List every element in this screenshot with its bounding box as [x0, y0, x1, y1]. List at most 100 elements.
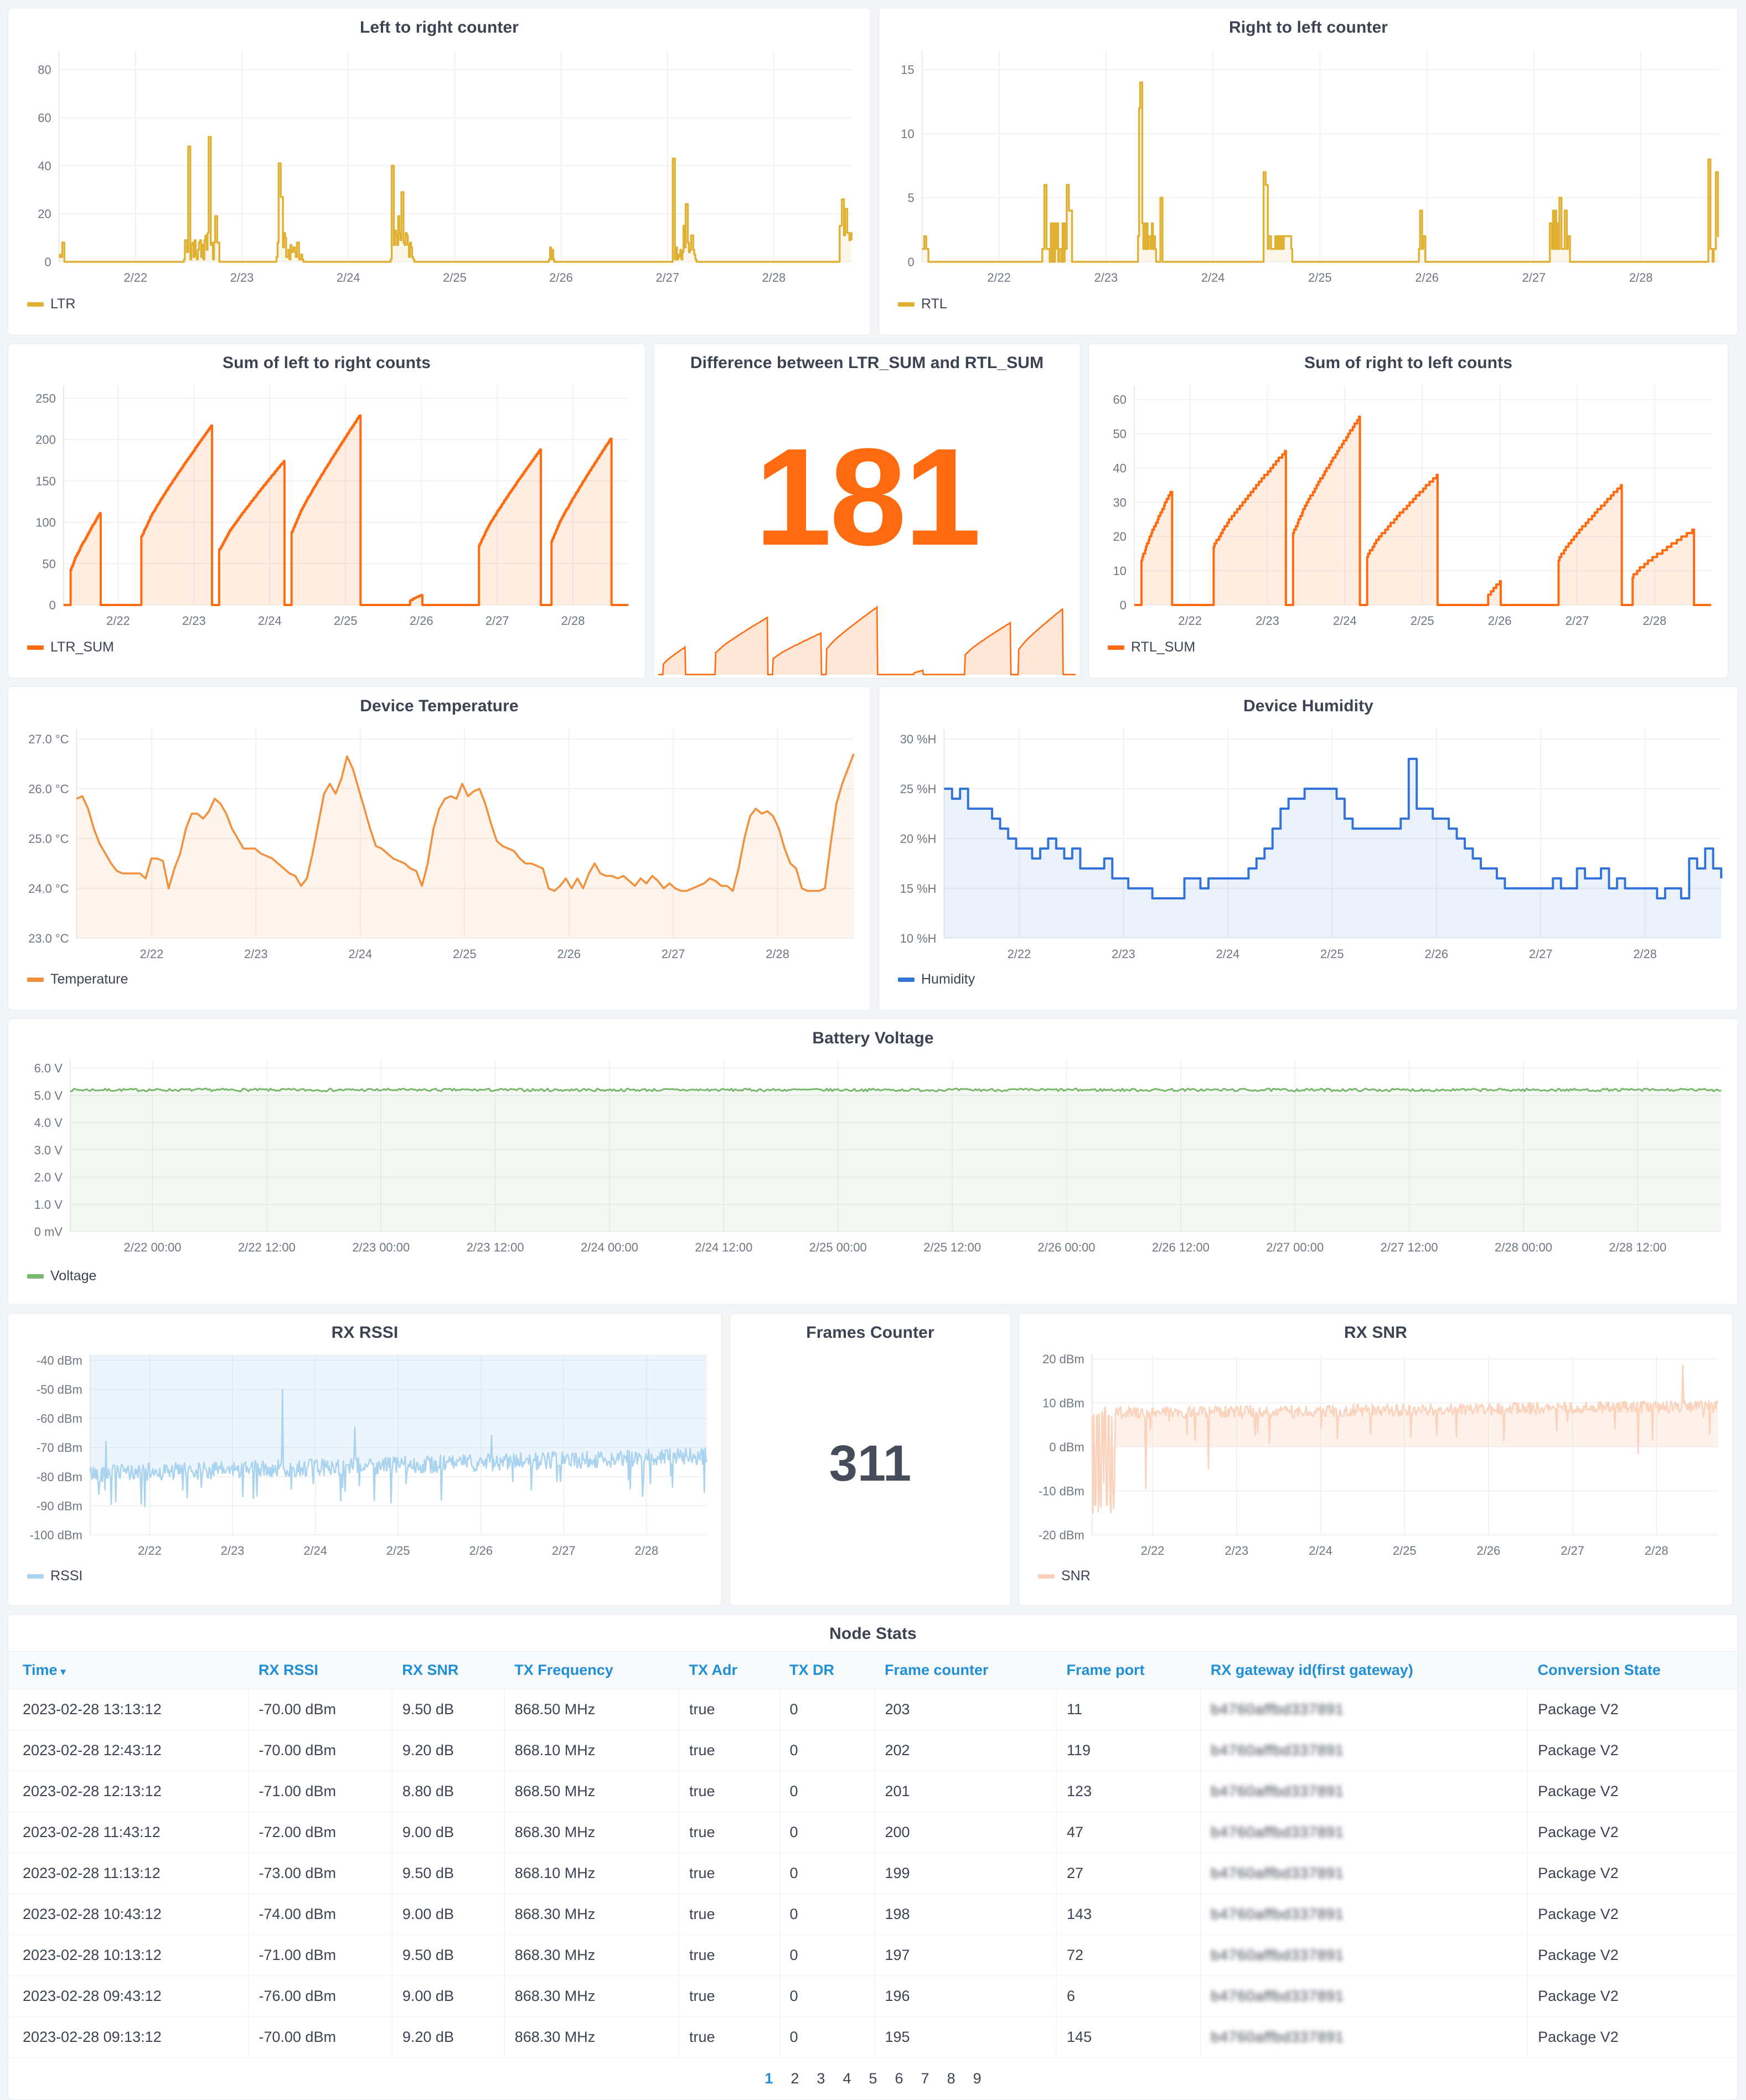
- legend-rssi[interactable]: RSSI: [8, 1566, 721, 1594]
- pagination-page-9[interactable]: 9: [973, 2070, 982, 2087]
- panel-rx-rssi[interactable]: RX RSSI -100 dBm -90 dBm -80 dBm -70 dBm -60…: [8, 1313, 722, 1606]
- panel-frames-counter[interactable]: Frames Counter 311: [730, 1313, 1011, 1606]
- table-header-time[interactable]: Time ▾: [8, 1651, 249, 1689]
- svg-text:-70 dBm: -70 dBm: [37, 1441, 82, 1455]
- table-row[interactable]: 2023-02-28 12:13:12 -71.00 dBm 8.80 dB 868.…: [8, 1771, 1738, 1812]
- table-cell-frame-port: 145: [1056, 2016, 1201, 2058]
- chart-ltr[interactable]: 0 20 40 60 80 2/22 2/23 2/24 2/25 2/26 2/27 2/28: [8, 39, 870, 294]
- table-header-tx-dr[interactable]: TX DR: [779, 1651, 875, 1689]
- pagination-page-3[interactable]: 3: [817, 2070, 825, 2087]
- svg-text:27.0 °C: 27.0 °C: [28, 732, 69, 746]
- legend-snr[interactable]: SNR: [1019, 1566, 1732, 1594]
- svg-text:30 %H: 30 %H: [900, 732, 937, 746]
- table-cell-conversion-state: Package V2: [1527, 1975, 1738, 2017]
- svg-text:2/28 12:00: 2/28 12:00: [1609, 1240, 1666, 1254]
- panel-right-to-left-counter[interactable]: Right to left counter 0 5 10 15 2/22 2/23 2/24…: [878, 8, 1738, 335]
- table-header-frame-port[interactable]: Frame port: [1056, 1651, 1201, 1689]
- chart-rtl-sum[interactable]: 0 10 20 30 40 50 60 2/22 2/23 2/24 2/25 2/26 2/27 2/2…: [1089, 375, 1728, 637]
- svg-text:2/22: 2/22: [140, 947, 164, 961]
- table-cell-rx-snr: 9.00 dB: [392, 1975, 505, 2017]
- table-pagination[interactable]: 1 2 3 4 5 6 7 8 9: [8, 2058, 1738, 2099]
- pagination-page-7[interactable]: 7: [921, 2070, 929, 2087]
- panel-left-to-right-counter[interactable]: Left to right counter 0 20 40 60 80 2/22 2/23 2…: [8, 8, 871, 335]
- svg-text:2/27 00:00: 2/27 00:00: [1266, 1240, 1324, 1254]
- table-cell-rx-snr: 9.00 dB: [392, 1812, 505, 1853]
- table-cell-tx-adr: true: [679, 1812, 780, 1853]
- panel-sum-left-to-right[interactable]: Sum of left to right counts 0 50 100 150 200…: [8, 343, 645, 679]
- table-header-rx-rssi[interactable]: RX RSSI: [248, 1651, 392, 1689]
- legend-label: LTR: [50, 296, 76, 312]
- table-row[interactable]: 2023-02-28 11:43:12 -72.00 dBm 9.00 dB 868.…: [8, 1812, 1738, 1853]
- panel-node-stats[interactable]: Node Stats Time ▾ RX RSSI RX SNR TX Frequenc…: [8, 1614, 1738, 2100]
- chart-rssi[interactable]: -100 dBm -90 dBm -80 dBm -70 dBm -60 dBm -50 …: [8, 1344, 721, 1566]
- table-header-tx-adr[interactable]: TX Adr: [679, 1651, 780, 1689]
- table-cell-conversion-state: Package V2: [1527, 1771, 1738, 1812]
- pagination-page-2[interactable]: 2: [791, 2070, 799, 2087]
- panel-rx-snr[interactable]: RX SNR -20 dBm -10 dBm 0 dBm 10 dBm 20 dBm 2/…: [1019, 1313, 1733, 1606]
- svg-text:2/25: 2/25: [453, 947, 477, 961]
- table-cell-rx-gateway-id-first-gateway: b4760affbd337891: [1200, 1730, 1528, 1771]
- table-row[interactable]: 2023-02-28 10:43:12 -74.00 dBm 9.00 dB 868.…: [8, 1894, 1738, 1935]
- legend-label: RTL: [921, 296, 947, 312]
- svg-text:20: 20: [38, 207, 51, 221]
- table-cell-rx-gateway-id-first-gateway: b4760affbd337891: [1200, 1975, 1528, 2017]
- dashboard-row-5: RX RSSI -100 dBm -90 dBm -80 dBm -70 dBm -60…: [8, 1313, 1738, 1606]
- chart-voltage[interactable]: 0 mV 1.0 V 2.0 V 3.0 V 4.0 V 5.0 V 6.0 V 2/22 0…: [8, 1050, 1738, 1266]
- legend-temperature[interactable]: Temperature: [8, 969, 870, 997]
- table-row[interactable]: 2023-02-28 09:43:12 -76.00 dBm 9.00 dB 868.…: [8, 1975, 1738, 2017]
- chart-temperature[interactable]: 23.0 °C 24.0 °C 25.0 °C 26.0 °C 27.0 °C 2/22 2…: [8, 718, 870, 969]
- table-cell-rx-rssi: -71.00 dBm: [248, 1935, 392, 1976]
- table-header-rx-snr[interactable]: RX SNR: [392, 1651, 505, 1689]
- table-row[interactable]: 2023-02-28 09:13:12 -70.00 dBm 9.20 dB 868.…: [8, 2016, 1738, 2058]
- svg-text:26.0 °C: 26.0 °C: [28, 782, 69, 796]
- pagination-page-5[interactable]: 5: [869, 2070, 877, 2087]
- panel-title: Battery Voltage: [812, 1029, 934, 1047]
- table-cell-rx-gateway-id-first-gateway: b4760affbd337891: [1200, 1935, 1528, 1976]
- table-row[interactable]: 2023-02-28 12:43:12 -70.00 dBm 9.20 dB 868.…: [8, 1730, 1738, 1771]
- chart-snr[interactable]: -20 dBm -10 dBm 0 dBm 10 dBm 20 dBm 2/22 2/23 2…: [1019, 1344, 1732, 1566]
- table-cell-conversion-state: Package V2: [1527, 1935, 1738, 1976]
- panel-sum-right-to-left[interactable]: Sum of right to left counts 0 10 20 30 40 50 6…: [1088, 343, 1728, 679]
- pagination-page-6[interactable]: 6: [895, 2070, 903, 2087]
- panel-battery-voltage[interactable]: Battery Voltage 0 mV 1.0 V 2.0 V 3.0 V 4.0 V…: [8, 1018, 1738, 1305]
- table-cell-rx-snr: 9.00 dB: [392, 1894, 505, 1935]
- table-cell-tx-adr: true: [679, 2016, 780, 2058]
- chart-humidity[interactable]: 10 %H 15 %H 20 %H 25 %H 30 %H 2/22 2/23 2/24 2/2…: [879, 718, 1738, 969]
- table-header-conversion-state[interactable]: Conversion State: [1527, 1651, 1738, 1689]
- svg-text:2/24: 2/24: [303, 1544, 327, 1558]
- svg-text:2/22: 2/22: [124, 271, 148, 285]
- table-cell-rx-snr: 9.20 dB: [392, 2016, 505, 2058]
- chart-ltr-sum[interactable]: 0 50 100 150 200 250 2/22 2/23 2/24 2/25 2/26 2/27 2…: [8, 375, 645, 637]
- legend-humidity[interactable]: Humidity: [879, 969, 1738, 997]
- table-header-tx-frequency[interactable]: TX Frequency: [504, 1651, 679, 1689]
- pagination-page-8[interactable]: 8: [947, 2070, 955, 2087]
- table-cell-tx-dr: 0: [779, 1730, 875, 1771]
- legend-swatch-icon: [27, 1574, 44, 1579]
- table-header-frame-counter[interactable]: Frame counter: [874, 1651, 1057, 1689]
- table-cell-time: 2023-02-28 09:13:12: [8, 2016, 249, 2058]
- chart-rtl[interactable]: 0 5 10 15 2/22 2/23 2/24 2/25 2/26 2/27 2/28: [879, 39, 1738, 294]
- panel-difference-ltr-rtl[interactable]: Difference between LTR_SUM and RTL_SUM 1…: [653, 343, 1081, 679]
- svg-text:2/24: 2/24: [337, 271, 360, 285]
- svg-text:2/25: 2/25: [1320, 947, 1344, 961]
- panel-device-humidity[interactable]: Device Humidity 10 %H 15 %H 20 %H 25 %H 30 %…: [878, 686, 1738, 1011]
- legend-ltr-sum[interactable]: LTR_SUM: [8, 637, 645, 665]
- table-cell-tx-dr: 0: [779, 1975, 875, 2017]
- legend-voltage[interactable]: Voltage: [8, 1266, 1738, 1294]
- legend-ltr[interactable]: LTR: [8, 294, 870, 322]
- table-header-rx-gateway-id-first-gateway[interactable]: RX gateway id(first gateway): [1200, 1651, 1528, 1689]
- panel-title: Left to right counter: [359, 18, 519, 37]
- table-row[interactable]: 2023-02-28 10:13:12 -71.00 dBm 9.50 dB 868.…: [8, 1935, 1738, 1976]
- table-row[interactable]: 2023-02-28 13:13:12 -70.00 dBm 9.50 dB 868.…: [8, 1689, 1738, 1730]
- legend-rtl-sum[interactable]: RTL_SUM: [1089, 637, 1728, 665]
- legend-rtl[interactable]: RTL: [879, 294, 1738, 322]
- pagination-page-1[interactable]: 1: [764, 2070, 773, 2087]
- node-stats-table[interactable]: Time ▾ RX RSSI RX SNR TX Frequency TX Adr TX D…: [8, 1651, 1738, 2058]
- svg-text:-40 dBm: -40 dBm: [37, 1354, 82, 1368]
- frames-counter-value-wrap: 311: [730, 1344, 1010, 1582]
- panel-device-temperature[interactable]: Device Temperature 23.0 °C 24.0 °C 25.0 °C…: [8, 686, 871, 1011]
- svg-text:2/24: 2/24: [258, 614, 282, 628]
- pagination-page-4[interactable]: 4: [843, 2070, 851, 2087]
- table-cell-rx-snr: 8.80 dB: [392, 1771, 505, 1812]
- table-row[interactable]: 2023-02-28 11:13:12 -73.00 dBm 9.50 dB 868.…: [8, 1853, 1738, 1894]
